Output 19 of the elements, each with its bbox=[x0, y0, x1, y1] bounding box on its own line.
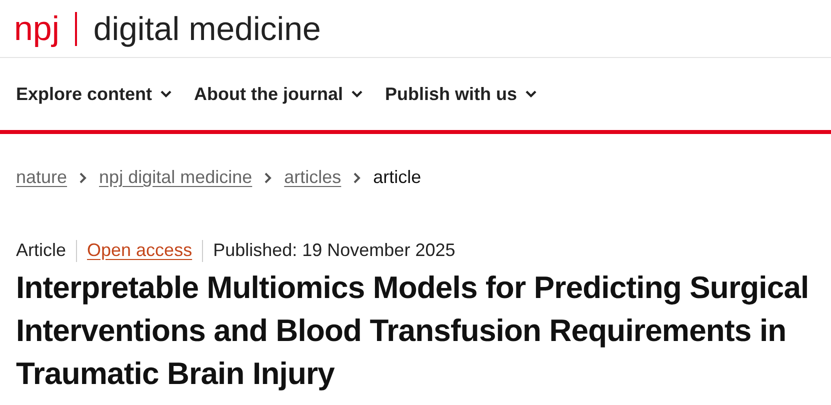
open-access-link[interactable]: Open access bbox=[87, 237, 192, 264]
logo-mark[interactable]: npj bbox=[14, 12, 60, 46]
journal-name[interactable]: digital medicine bbox=[93, 12, 321, 45]
chevron-down-icon bbox=[525, 90, 538, 98]
breadcrumb-link[interactable]: npj digital medicine bbox=[99, 164, 252, 191]
published-date: Published: 19 November 2025 bbox=[213, 239, 456, 262]
breadcrumb-link[interactable]: nature bbox=[16, 164, 68, 191]
nav-menu-button[interactable]: About the journal bbox=[194, 80, 364, 108]
article-type: Article bbox=[16, 239, 66, 262]
chevron-right-icon bbox=[79, 172, 88, 184]
chevron-right-icon bbox=[264, 172, 272, 184]
chevron-down-icon bbox=[160, 90, 172, 98]
breadcrumb-current: article bbox=[373, 166, 422, 189]
chevron-down-icon bbox=[351, 90, 364, 98]
breadcrumb-link[interactable]: articles bbox=[284, 164, 342, 191]
nav-menu-button[interactable]: Publish with us bbox=[385, 80, 538, 108]
nav-menu-button[interactable]: Explore content bbox=[16, 80, 172, 108]
article-title: Interpretable Multiomics Models for Predicting Surgical Interventions and Blood Transfusion Requirements in Traumatic Brain Injury bbox=[15, 269, 810, 393]
chevron-right-icon bbox=[353, 172, 362, 184]
